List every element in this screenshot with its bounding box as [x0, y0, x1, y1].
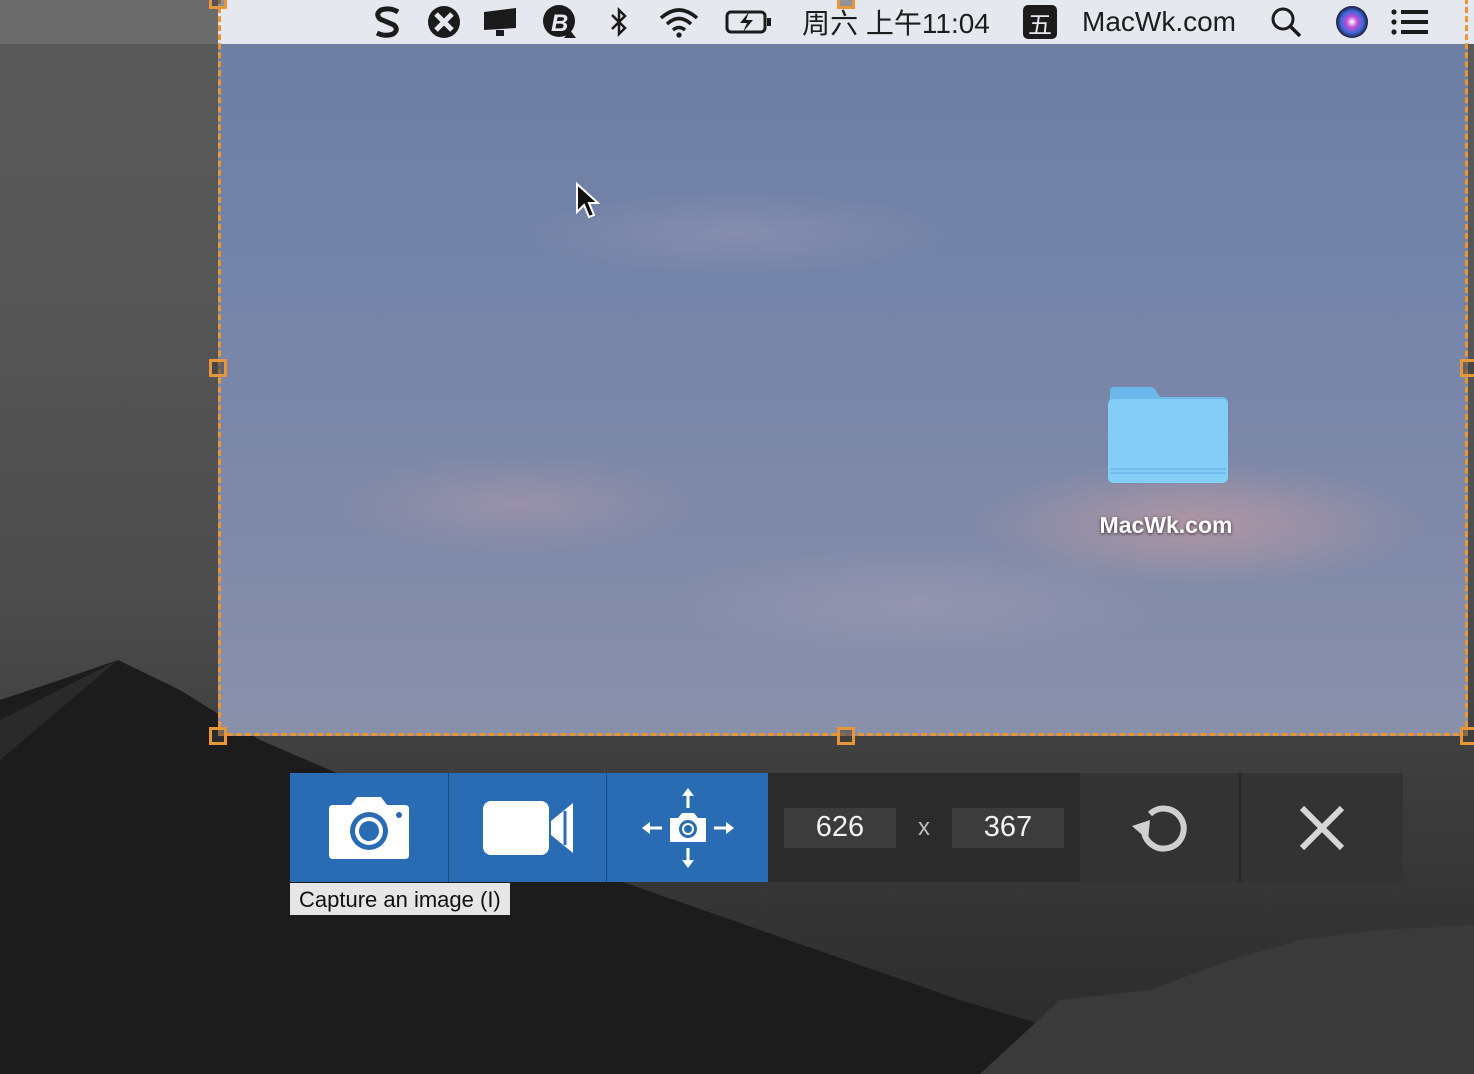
resize-handle-top-center[interactable]: [837, 0, 855, 9]
mouse-pointer-icon: [576, 182, 601, 219]
resize-handle-middle-right[interactable]: [1460, 359, 1474, 377]
height-field[interactable]: 367: [952, 807, 1064, 848]
width-field[interactable]: 626: [784, 807, 896, 848]
record-video-button[interactable]: [449, 773, 607, 882]
dimension-separator: x: [918, 813, 930, 841]
reset-button[interactable]: [1080, 773, 1241, 882]
folder-label[interactable]: MacWk.com: [1066, 512, 1266, 539]
resize-handle-bottom-center[interactable]: [837, 727, 855, 745]
capture-image-button[interactable]: [290, 773, 449, 882]
close-icon: [1299, 805, 1345, 850]
resize-handle-bottom-left[interactable]: [209, 727, 227, 745]
resize-handle-bottom-right[interactable]: [1460, 727, 1474, 745]
capture-toolbar: 626 x 367: [290, 773, 1403, 882]
resize-handle-middle-left[interactable]: [209, 359, 227, 377]
close-button[interactable]: [1241, 773, 1403, 882]
folder-icon[interactable]: [1106, 385, 1230, 485]
dimensions-panel: 626 x 367: [768, 773, 1080, 882]
selection-border: [218, 0, 1468, 736]
resize-handle-top-left[interactable]: [209, 0, 227, 9]
move-capture-button[interactable]: [607, 773, 768, 882]
move-capture-icon: [641, 787, 734, 868]
video-camera-icon: [482, 800, 573, 855]
undo-icon: [1131, 805, 1187, 852]
camera-icon: [329, 796, 409, 859]
tooltip-capture-image: Capture an image (I): [290, 883, 510, 915]
